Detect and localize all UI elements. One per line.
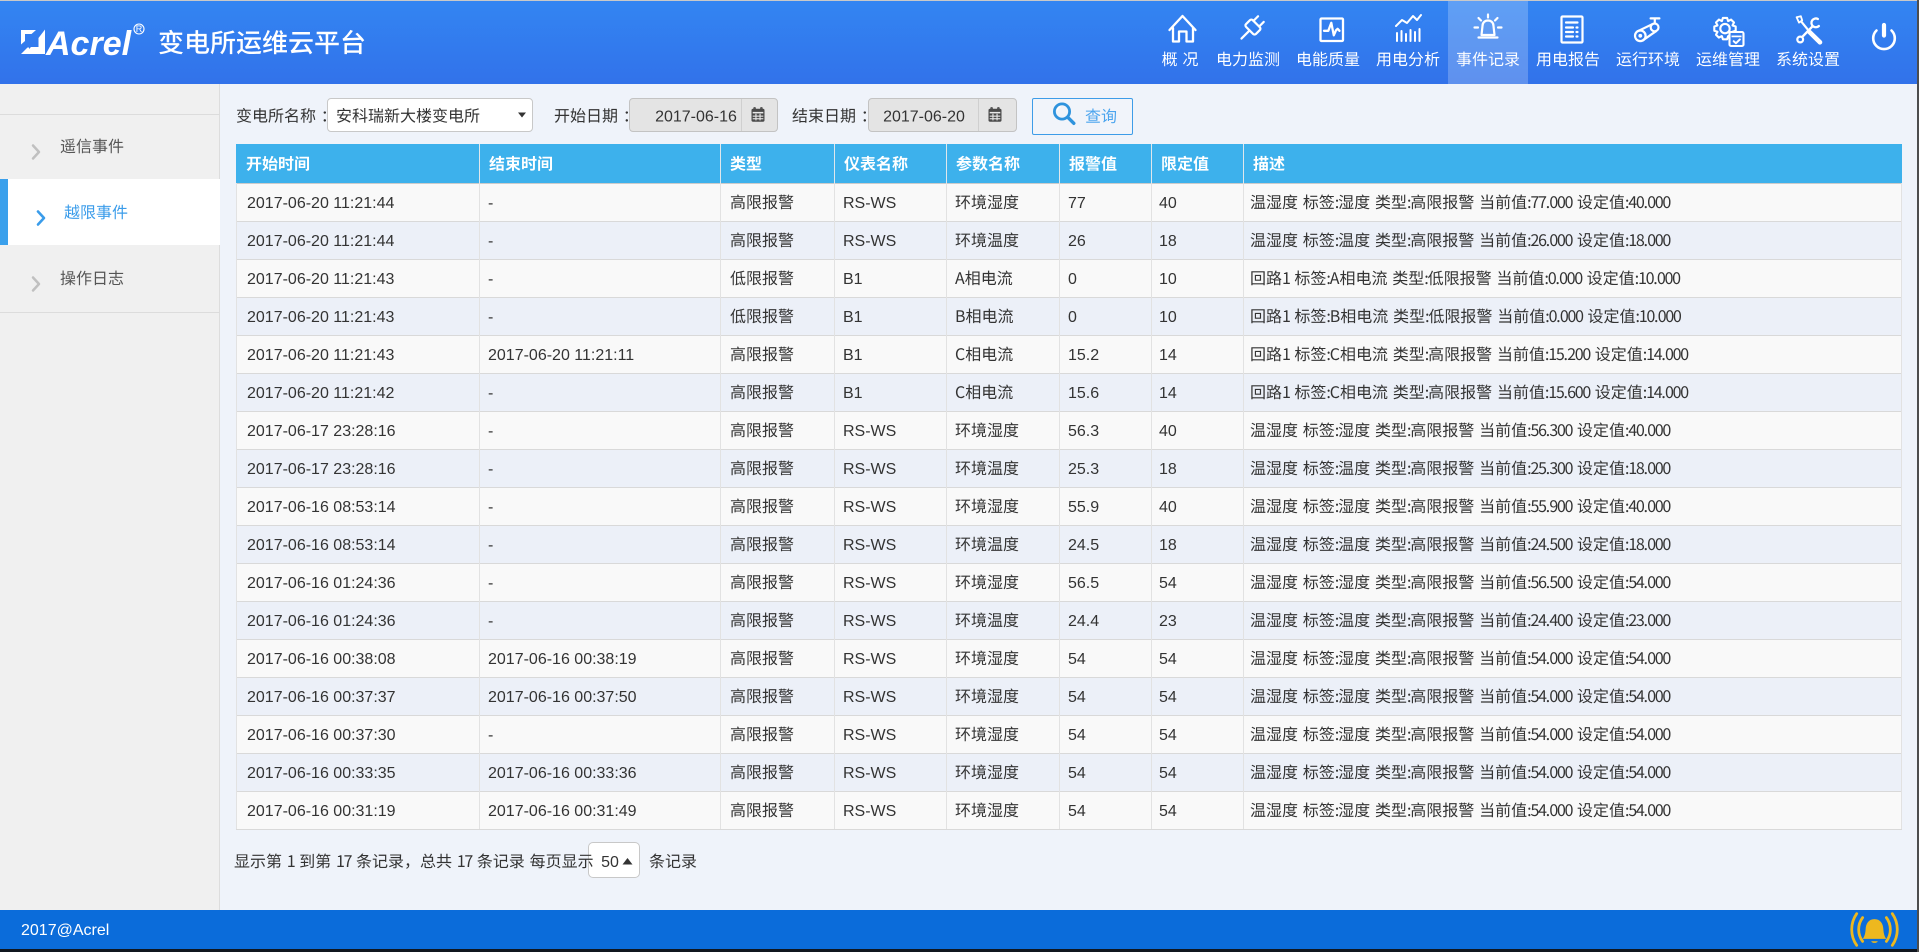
svg-text:18: 18	[1159, 537, 1177, 554]
svg-text:-: -	[488, 195, 493, 212]
svg-text:B1: B1	[843, 385, 863, 402]
svg-text:RS-WS: RS-WS	[843, 575, 896, 592]
svg-text:RS-WS: RS-WS	[843, 499, 896, 516]
svg-text:54: 54	[1159, 575, 1177, 592]
svg-text:55.9: 55.9	[1068, 499, 1099, 516]
svg-text:-: -	[488, 423, 493, 440]
svg-text:RS-WS: RS-WS	[843, 765, 896, 782]
svg-text:RS-WS: RS-WS	[843, 689, 896, 706]
svg-text:Acrel: Acrel	[45, 25, 133, 63]
svg-text:2017-06-16 00:37:37: 2017-06-16 00:37:37	[247, 689, 396, 706]
svg-text:2017-06-16 08:53:14: 2017-06-16 08:53:14	[247, 499, 396, 516]
svg-text:14: 14	[1159, 347, 1177, 364]
svg-text:0: 0	[1068, 271, 1077, 288]
svg-text:B1: B1	[843, 271, 863, 288]
svg-text:RS-WS: RS-WS	[843, 423, 896, 440]
svg-text:-: -	[488, 727, 493, 744]
svg-text:18: 18	[1159, 461, 1177, 478]
svg-text:14: 14	[1159, 385, 1177, 402]
svg-text:B1: B1	[843, 347, 863, 364]
svg-text:40: 40	[1159, 195, 1177, 212]
svg-text:15.6: 15.6	[1068, 385, 1099, 402]
svg-text:-: -	[488, 575, 493, 592]
svg-text:40: 40	[1159, 423, 1177, 440]
svg-text:2017@Acrel: 2017@Acrel	[21, 922, 109, 939]
svg-text:2017-06-16 00:38:19: 2017-06-16 00:38:19	[488, 651, 637, 668]
svg-text:2017-06-16 00:37:30: 2017-06-16 00:37:30	[247, 727, 396, 744]
svg-text:18: 18	[1159, 233, 1177, 250]
svg-text:RS-WS: RS-WS	[843, 537, 896, 554]
svg-text:54: 54	[1068, 803, 1086, 820]
svg-text:2017-06-16 00:33:36: 2017-06-16 00:33:36	[488, 765, 637, 782]
svg-text:-: -	[488, 385, 493, 402]
svg-text:-: -	[488, 271, 493, 288]
svg-text:24.4: 24.4	[1068, 613, 1099, 630]
svg-text:2017-06-20 11:21:44: 2017-06-20 11:21:44	[247, 233, 394, 250]
svg-text:-: -	[488, 537, 493, 554]
svg-text:RS-WS: RS-WS	[843, 461, 896, 478]
svg-text:RS-WS: RS-WS	[843, 233, 896, 250]
svg-text:15.2: 15.2	[1068, 347, 1099, 364]
svg-text:2017-06-16 00:31:19: 2017-06-16 00:31:19	[247, 803, 396, 820]
svg-text:2017-06-20: 2017-06-20	[883, 109, 965, 126]
svg-text:-: -	[488, 233, 493, 250]
svg-text:R: R	[136, 24, 143, 34]
svg-text:56.3: 56.3	[1068, 423, 1099, 440]
svg-text:2017-06-20 11:21:43: 2017-06-20 11:21:43	[247, 347, 394, 364]
svg-text:2017-06-16 00:38:08: 2017-06-16 00:38:08	[247, 651, 396, 668]
svg-text:RS-WS: RS-WS	[843, 651, 896, 668]
svg-text:2017-06-16 00:33:35: 2017-06-16 00:33:35	[247, 765, 396, 782]
svg-text:54: 54	[1068, 651, 1086, 668]
svg-text:RS-WS: RS-WS	[843, 195, 896, 212]
svg-text:10: 10	[1159, 271, 1177, 288]
svg-text:10: 10	[1159, 309, 1177, 326]
svg-text:25.3: 25.3	[1068, 461, 1099, 478]
svg-text:2017-06-16 00:31:49: 2017-06-16 00:31:49	[488, 803, 637, 820]
svg-text:2017-06-20 11:21:11: 2017-06-20 11:21:11	[488, 347, 634, 364]
svg-text:24.5: 24.5	[1068, 537, 1099, 554]
svg-text:54: 54	[1159, 803, 1177, 820]
svg-text:54: 54	[1159, 689, 1177, 706]
svg-text:RS-WS: RS-WS	[843, 727, 896, 744]
svg-text:23: 23	[1159, 613, 1177, 630]
svg-text:54: 54	[1159, 765, 1177, 782]
svg-text:-: -	[488, 499, 493, 516]
svg-text:2017-06-20 11:21:43: 2017-06-20 11:21:43	[247, 271, 394, 288]
svg-text:B1: B1	[843, 309, 863, 326]
svg-text:-: -	[488, 613, 493, 630]
svg-text:54: 54	[1159, 727, 1177, 744]
svg-text:2017-06-16 01:24:36: 2017-06-16 01:24:36	[247, 613, 396, 630]
svg-text:2017-06-20 11:21:44: 2017-06-20 11:21:44	[247, 195, 394, 212]
svg-text:2017-06-16 01:24:36: 2017-06-16 01:24:36	[247, 575, 396, 592]
svg-text:54: 54	[1159, 651, 1177, 668]
svg-text:0: 0	[1068, 309, 1077, 326]
svg-text:2017-06-16 00:37:50: 2017-06-16 00:37:50	[488, 689, 637, 706]
svg-text:77: 77	[1068, 195, 1086, 212]
svg-text:54: 54	[1068, 689, 1086, 706]
svg-text:RS-WS: RS-WS	[843, 613, 896, 630]
svg-text:2017-06-20 11:21:42: 2017-06-20 11:21:42	[247, 385, 394, 402]
svg-text:2017-06-16 08:53:14: 2017-06-16 08:53:14	[247, 537, 396, 554]
svg-text:-: -	[488, 461, 493, 478]
svg-text:50: 50	[601, 854, 619, 871]
svg-text:-: -	[488, 309, 493, 326]
svg-text:2017-06-20 11:21:43: 2017-06-20 11:21:43	[247, 309, 394, 326]
svg-text:54: 54	[1068, 765, 1086, 782]
svg-text:56.5: 56.5	[1068, 575, 1099, 592]
svg-text:26: 26	[1068, 233, 1086, 250]
svg-text:2017-06-16: 2017-06-16	[655, 109, 737, 126]
svg-text:54: 54	[1068, 727, 1086, 744]
svg-text:RS-WS: RS-WS	[843, 803, 896, 820]
svg-text:2017-06-17 23:28:16: 2017-06-17 23:28:16	[247, 461, 396, 478]
svg-text:40: 40	[1159, 499, 1177, 516]
svg-text:2017-06-17 23:28:16: 2017-06-17 23:28:16	[247, 423, 396, 440]
